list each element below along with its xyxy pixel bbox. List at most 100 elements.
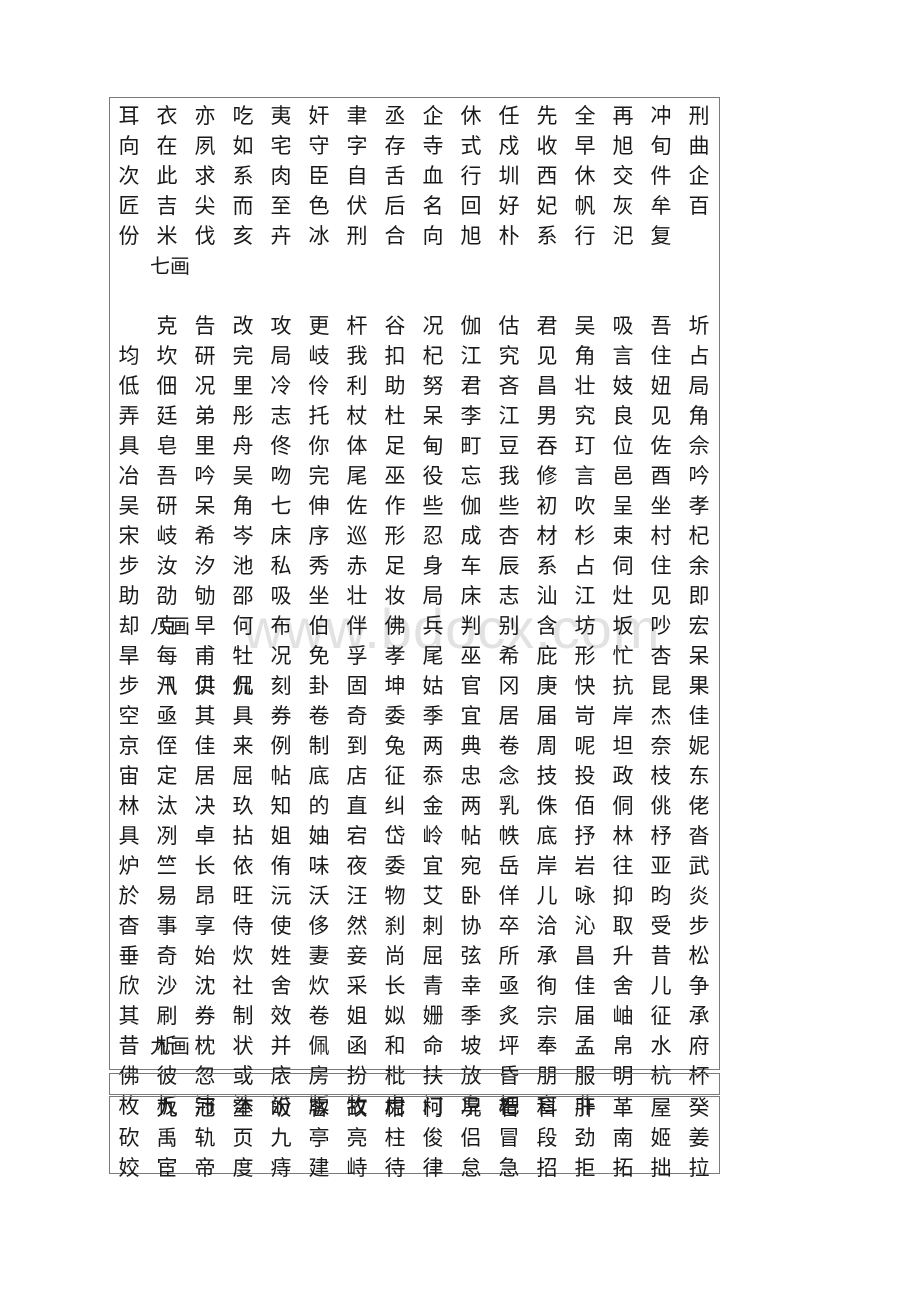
character-cell: 招 [536, 1156, 558, 1180]
character-cell: 伸 [308, 494, 330, 518]
character-cell: 决 [194, 794, 216, 818]
character-cell: 佳 [194, 734, 216, 758]
character-cell: 江 [498, 404, 520, 428]
character-cell: 岩 [574, 854, 596, 878]
character-cell: 呆 [688, 644, 710, 668]
character-cell: 兵 [422, 614, 444, 638]
character-cell: 扣 [384, 344, 406, 368]
character-cell: 作 [384, 494, 406, 518]
character-cell: 吹 [574, 494, 596, 518]
character-cell: 伐 [194, 224, 216, 248]
character-cell: 臣 [308, 164, 330, 188]
character-cell: 孚 [346, 644, 368, 668]
character-cell: 况 [194, 374, 216, 398]
character-cell: 巡 [346, 524, 368, 548]
character-cell: 佐 [346, 494, 368, 518]
character-cell: 杏 [650, 644, 672, 668]
character-cell: 亮 [346, 1126, 368, 1150]
character-cell: 岸 [612, 704, 634, 728]
character-cell: 床 [270, 524, 292, 548]
character-cell: 吻 [270, 464, 292, 488]
character-cell: 屈 [422, 944, 444, 968]
character-cell: 水 [650, 1034, 672, 1058]
character-cell: 姓 [270, 944, 292, 968]
character-cell: 林 [118, 794, 140, 818]
character-cell: 抒 [574, 824, 596, 848]
character-cell: 昂 [194, 884, 216, 908]
character-cell: 别 [498, 614, 520, 638]
tail-character-table: 砍姣九禹宦冠轨帝奎页度皈九痔客亭建故亮峙柑柱待柯俊律况侣怠看冒急科段招肝劲拒革南… [109, 1096, 720, 1180]
character-cell: 庚 [536, 674, 558, 698]
character-cell: 孝 [688, 494, 710, 518]
character-cell: 竺 [156, 854, 178, 878]
character-cell: 争 [688, 974, 710, 998]
character-cell: 亦 [194, 104, 216, 128]
character-cell: 卷 [308, 704, 330, 728]
character-cell: 昔 [118, 1034, 140, 1058]
character-cell: 车 [460, 554, 482, 578]
character-cell: 岱 [384, 824, 406, 848]
character-cell: 受 [650, 914, 672, 938]
character-cell: 效 [270, 1004, 292, 1028]
character-cell: 役 [422, 464, 444, 488]
character-cell: 供 [194, 674, 216, 698]
character-cell: 血 [422, 164, 444, 188]
character-cell: 企 [688, 164, 710, 188]
character-cell: 玎 [574, 434, 596, 458]
character-cell: 汜 [612, 224, 634, 248]
character-cell: 邵 [232, 584, 254, 608]
character-cell: 炎 [688, 884, 710, 908]
character-cell: 角 [688, 404, 710, 428]
character-cell: 免 [308, 644, 330, 668]
character-cell: 呢 [574, 734, 596, 758]
character-cell: 奇 [346, 704, 368, 728]
character-cell: 果 [688, 674, 710, 698]
character-cell: 妻 [308, 944, 330, 968]
character-cell: 儿 [650, 974, 672, 998]
character-cell: 奉 [536, 1034, 558, 1058]
character-cell: 卷 [308, 1004, 330, 1028]
character-cell: 科 [536, 1096, 558, 1120]
character-cell: 角 [574, 344, 596, 368]
character-cell: 初 [536, 494, 558, 518]
character-cell: 谷 [384, 314, 406, 338]
character-cell: 拒 [574, 1156, 596, 1180]
character-cell: 字 [346, 134, 368, 158]
character-cell: 序 [308, 524, 330, 548]
character-cell: 炊 [232, 944, 254, 968]
character-cell: 攻 [270, 314, 292, 338]
character-cell: 坡 [460, 1034, 482, 1058]
character-cell: 刑 [688, 104, 710, 128]
character-cell: 希 [498, 644, 520, 668]
character-cell: 状 [232, 1034, 254, 1058]
character-cell: 伽 [460, 494, 482, 518]
character-cell: 吾 [156, 464, 178, 488]
character-cell: 往 [612, 854, 634, 878]
character-cell: 客 [308, 1096, 330, 1120]
character-cell: 汕 [536, 584, 558, 608]
character-cell: 努 [422, 374, 444, 398]
character-cell: 冽 [156, 824, 178, 848]
character-cell: 具 [118, 434, 140, 458]
character-cell: 良 [612, 404, 634, 428]
tail-table-grid: 砍姣九禹宦冠轨帝奎页度皈九痔客亭建故亮峙柑柱待柯俊律况侣怠看冒急科段招肝劲拒革南… [110, 1096, 719, 1180]
character-cell: 忘 [460, 464, 482, 488]
character-cell: 邑 [612, 464, 634, 488]
character-cell: 名 [422, 194, 444, 218]
character-cell: 甫 [194, 644, 216, 668]
character-cell: 件 [650, 164, 672, 188]
character-cell: 亥 [232, 224, 254, 248]
character-cell: 丞 [384, 104, 406, 128]
document-page: www.bdocx.com 耳向次匠份衣在此吉米亦夙求尖伐吃如系而亥夷宅肉至卉奸… [0, 0, 920, 1302]
character-cell: 宛 [460, 854, 482, 878]
character-cell: 忝 [422, 764, 444, 788]
character-cell: 枕 [194, 1034, 216, 1058]
character-cell: 坤 [384, 674, 406, 698]
character-cell: 徇 [536, 974, 558, 998]
character-cell: 孟 [574, 1034, 596, 1058]
character-cell: 舌 [384, 164, 406, 188]
character-cell: 咏 [574, 884, 596, 908]
character-cell: 侄 [156, 734, 178, 758]
character-cell: 完 [308, 464, 330, 488]
character-cell: 巫 [460, 644, 482, 668]
